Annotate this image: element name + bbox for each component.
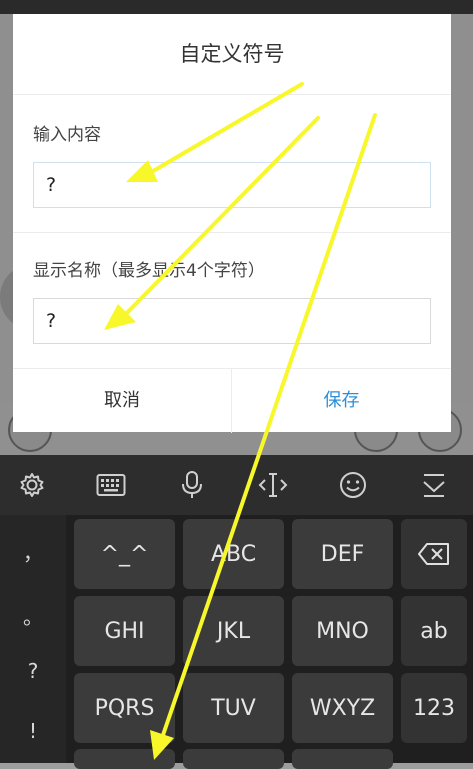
input-content-field[interactable]: ? bbox=[33, 162, 431, 208]
key-ab[interactable]: ab bbox=[401, 596, 467, 666]
keyboard-icon[interactable] bbox=[93, 467, 129, 503]
key-mno[interactable]: MNO bbox=[292, 596, 393, 666]
microphone-icon[interactable] bbox=[174, 467, 210, 503]
keyboard: ， 。 ? ! ^_^ ABC DEF GHI JKL MNO ab PQRS … bbox=[0, 515, 473, 769]
key-tuv[interactable]: TUV bbox=[183, 673, 284, 743]
title-divider bbox=[13, 94, 451, 95]
gear-icon[interactable] bbox=[14, 467, 50, 503]
dialog-title: 自定义符号 bbox=[179, 42, 285, 66]
key-jkl[interactable]: JKL bbox=[183, 596, 284, 666]
collapse-keyboard-icon[interactable] bbox=[416, 467, 452, 503]
backspace-icon bbox=[418, 543, 449, 565]
key-ghi[interactable]: GHI bbox=[74, 596, 175, 666]
symbol-key-exclamation[interactable]: ! bbox=[0, 711, 66, 751]
text-cursor-icon[interactable] bbox=[255, 467, 291, 503]
symbol-key-period[interactable]: 。 bbox=[0, 597, 66, 637]
field-divider bbox=[13, 232, 451, 233]
symbol-key-question[interactable]: ? bbox=[0, 651, 66, 691]
key-wxyz[interactable]: WXYZ bbox=[292, 673, 393, 743]
input-content-label: 输入内容 bbox=[33, 125, 101, 145]
symbol-column: ， 。 ? ! bbox=[0, 515, 66, 763]
key-pqrs[interactable]: PQRS bbox=[74, 673, 175, 743]
dialog-button-row: 取消 保存 bbox=[13, 368, 451, 433]
emoji-icon[interactable] bbox=[335, 467, 371, 503]
symbol-key-comma[interactable]: ， bbox=[0, 533, 66, 573]
key-emoticon[interactable]: ^_^ bbox=[74, 519, 175, 589]
display-name-label: 显示名称（最多显示4个字符） bbox=[33, 261, 265, 281]
key-def[interactable]: DEF bbox=[292, 519, 393, 589]
key-row4-middle[interactable] bbox=[183, 749, 284, 769]
key-row4-left[interactable] bbox=[74, 749, 175, 769]
backspace-key[interactable] bbox=[401, 519, 467, 589]
key-123[interactable]: 123 bbox=[401, 673, 467, 743]
cancel-button[interactable]: 取消 bbox=[13, 369, 232, 433]
keyboard-toolbar bbox=[0, 455, 473, 516]
status-bar bbox=[0, 0, 473, 14]
display-name-field[interactable]: ? bbox=[33, 298, 431, 344]
key-row4-right[interactable] bbox=[292, 749, 393, 769]
custom-symbol-dialog: 自定义符号 输入内容 ? 显示名称（最多显示4个字符） ? 取消 保存 bbox=[13, 14, 451, 433]
save-button[interactable]: 保存 bbox=[232, 369, 451, 433]
key-abc[interactable]: ABC bbox=[183, 519, 284, 589]
